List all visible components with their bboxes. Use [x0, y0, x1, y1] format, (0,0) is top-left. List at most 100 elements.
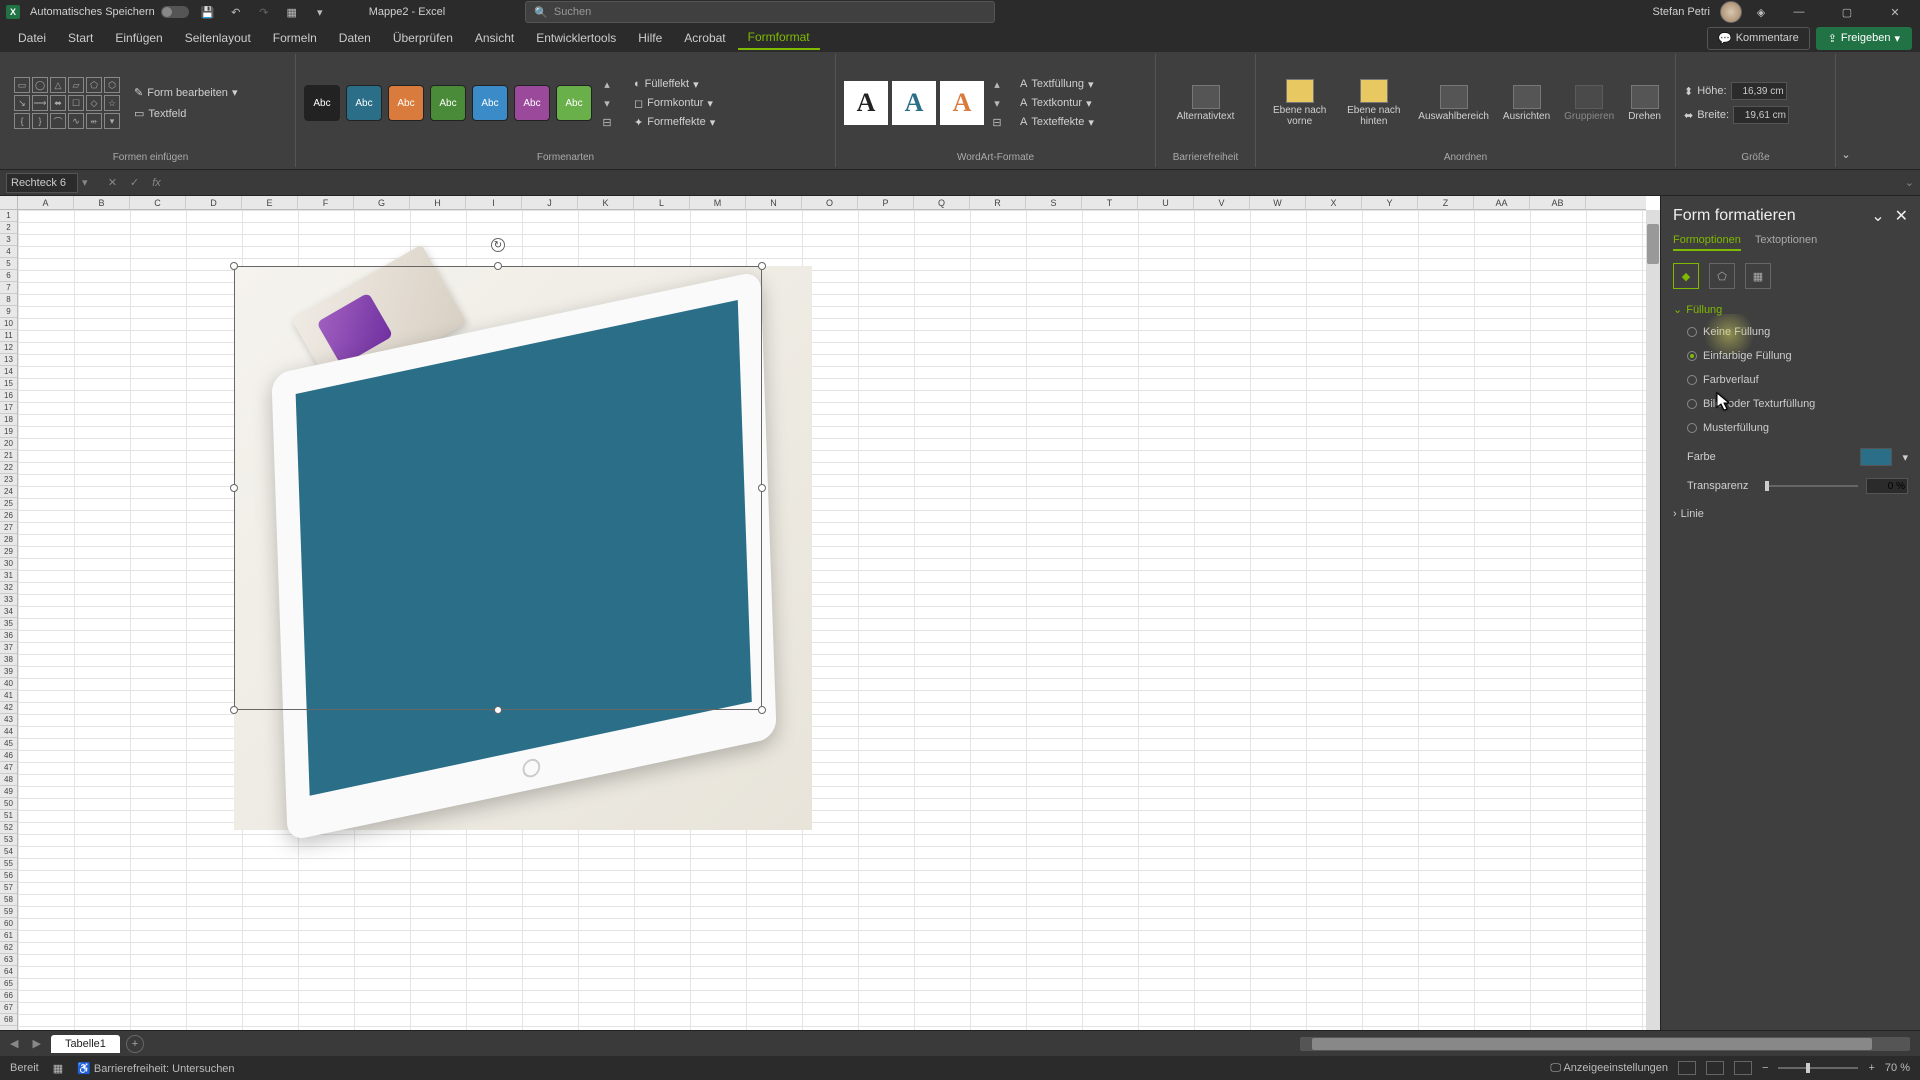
row-header-5[interactable]: 5: [0, 258, 17, 270]
name-box[interactable]: [6, 173, 78, 193]
row-header-68[interactable]: 68: [0, 1014, 17, 1026]
accessibility-status[interactable]: ♿ Barrierefreiheit: Untersuchen: [77, 1062, 234, 1075]
expand-formula-icon[interactable]: ⌄: [1905, 176, 1914, 189]
select-all-corner[interactable]: [0, 196, 18, 210]
style-scroll-up-icon[interactable]: ▴: [598, 75, 616, 93]
row-header-16[interactable]: 16: [0, 390, 17, 402]
row-header-24[interactable]: 24: [0, 486, 17, 498]
row-header-52[interactable]: 52: [0, 822, 17, 834]
shape-style-3[interactable]: Abc: [388, 85, 424, 121]
col-header-N[interactable]: N: [746, 196, 802, 209]
row-header-32[interactable]: 32: [0, 582, 17, 594]
row-header-6[interactable]: 6: [0, 270, 17, 282]
add-sheet-button[interactable]: +: [126, 1035, 144, 1053]
row-header-36[interactable]: 36: [0, 630, 17, 642]
row-header-26[interactable]: 26: [0, 510, 17, 522]
row-header-7[interactable]: 7: [0, 282, 17, 294]
namebox-dropdown-icon[interactable]: ▾: [82, 176, 88, 189]
col-header-B[interactable]: B: [74, 196, 130, 209]
row-header-23[interactable]: 23: [0, 474, 17, 486]
horizontal-scrollbar[interactable]: [1300, 1037, 1910, 1051]
collapse-ribbon-button[interactable]: ⌄: [1836, 54, 1856, 167]
share-button[interactable]: ⇪ Freigeben ▾: [1816, 27, 1912, 50]
col-header-D[interactable]: D: [186, 196, 242, 209]
cells-area[interactable]: [18, 210, 1646, 1030]
tab-start[interactable]: Start: [58, 27, 103, 49]
vertical-scrollbar[interactable]: [1646, 210, 1660, 1030]
row-header-61[interactable]: 61: [0, 930, 17, 942]
shape-style-4[interactable]: Abc: [430, 85, 466, 121]
row-header-19[interactable]: 19: [0, 426, 17, 438]
zoom-in-button[interactable]: +: [1868, 1062, 1874, 1074]
wordart-style-1[interactable]: A: [844, 81, 888, 125]
row-header-57[interactable]: 57: [0, 882, 17, 894]
text-fill-button[interactable]: ATextfüllung▾: [1016, 76, 1098, 93]
col-header-Y[interactable]: Y: [1362, 196, 1418, 209]
col-header-V[interactable]: V: [1194, 196, 1250, 209]
row-headers[interactable]: 1234567891011121314151617181920212223242…: [0, 210, 18, 1030]
row-header-35[interactable]: 35: [0, 618, 17, 630]
column-headers[interactable]: ABCDEFGHIJKLMNOPQRSTUVWXYZAAAB: [18, 196, 1646, 210]
col-header-K[interactable]: K: [578, 196, 634, 209]
alt-text-button[interactable]: Alternativtext: [1171, 83, 1241, 124]
style-scroll-down-icon[interactable]: ▾: [598, 94, 616, 112]
col-header-L[interactable]: L: [634, 196, 690, 209]
formula-input[interactable]: [170, 173, 1901, 193]
sheet-tab-1[interactable]: Tabelle1: [51, 1035, 120, 1053]
align-button[interactable]: Ausrichten: [1497, 83, 1556, 124]
tab-entwicklertools[interactable]: Entwicklertools: [526, 27, 626, 49]
shape-gallery[interactable]: ▭◯△▱⬠⬡ ↘⟶⬌☐◇☆ {}⌒∿⬴▾: [14, 77, 120, 129]
autosave-toggle[interactable]: Automatisches Speichern: [30, 6, 189, 18]
col-header-Q[interactable]: Q: [914, 196, 970, 209]
row-header-29[interactable]: 29: [0, 546, 17, 558]
tab-datei[interactable]: Datei: [8, 27, 56, 49]
col-header-G[interactable]: G: [354, 196, 410, 209]
col-header-S[interactable]: S: [1026, 196, 1082, 209]
row-header-60[interactable]: 60: [0, 918, 17, 930]
row-header-65[interactable]: 65: [0, 978, 17, 990]
vscroll-thumb[interactable]: [1647, 224, 1659, 264]
tab-formeln[interactable]: Formeln: [263, 27, 327, 49]
row-header-9[interactable]: 9: [0, 306, 17, 318]
tablet-image-shape[interactable]: [234, 266, 812, 830]
spreadsheet-grid[interactable]: ABCDEFGHIJKLMNOPQRSTUVWXYZAAAB 123456789…: [0, 196, 1660, 1030]
user-name[interactable]: Stefan Petri: [1653, 6, 1710, 18]
tab-formformat[interactable]: Formformat: [738, 26, 820, 50]
text-effects-button[interactable]: ATexteffekte▾: [1016, 114, 1098, 131]
textfield-button[interactable]: ▭ Textfeld: [130, 105, 241, 122]
row-header-54[interactable]: 54: [0, 846, 17, 858]
wa-scroll-down-icon[interactable]: ▾: [988, 94, 1006, 112]
panel-close-icon[interactable]: ✕: [1895, 206, 1908, 226]
bring-forward-button[interactable]: Ebene nach vorne: [1264, 77, 1335, 129]
row-header-37[interactable]: 37: [0, 642, 17, 654]
shape-fill-button[interactable]: ◐Fülleffekt▾: [630, 76, 719, 93]
fill-color-picker[interactable]: [1860, 448, 1892, 466]
fill-picture-option[interactable]: Bild- oder Texturfüllung: [1673, 396, 1908, 412]
col-header-P[interactable]: P: [858, 196, 914, 209]
row-header-39[interactable]: 39: [0, 666, 17, 678]
row-header-17[interactable]: 17: [0, 402, 17, 414]
effects-category-icon[interactable]: ⬠: [1709, 263, 1735, 289]
shape-style-2[interactable]: Abc: [346, 85, 382, 121]
row-header-44[interactable]: 44: [0, 726, 17, 738]
row-header-64[interactable]: 64: [0, 966, 17, 978]
col-header-J[interactable]: J: [522, 196, 578, 209]
maximize-button[interactable]: ▢: [1828, 0, 1866, 24]
row-header-1[interactable]: 1: [0, 210, 17, 222]
width-input[interactable]: [1733, 106, 1789, 124]
line-section-header[interactable]: › Linie: [1673, 508, 1908, 520]
row-header-4[interactable]: 4: [0, 246, 17, 258]
comments-button[interactable]: 💬 Kommentare: [1707, 27, 1810, 50]
cancel-formula-icon[interactable]: ✕: [104, 174, 122, 192]
wordart-style-2[interactable]: A: [892, 81, 936, 125]
col-header-C[interactable]: C: [130, 196, 186, 209]
fill-line-icon[interactable]: ◆: [1673, 263, 1699, 289]
display-settings-button[interactable]: 🖵 Anzeigeeinstellungen: [1550, 1062, 1668, 1075]
row-header-47[interactable]: 47: [0, 762, 17, 774]
camera-icon[interactable]: ▦: [283, 3, 301, 21]
sheet-next-icon[interactable]: ▶: [28, 1037, 44, 1050]
row-header-33[interactable]: 33: [0, 594, 17, 606]
fill-section-header[interactable]: ⌄ Füllung: [1673, 303, 1908, 316]
shape-style-1[interactable]: Abc: [304, 85, 340, 121]
fx-icon[interactable]: fx: [148, 174, 166, 192]
